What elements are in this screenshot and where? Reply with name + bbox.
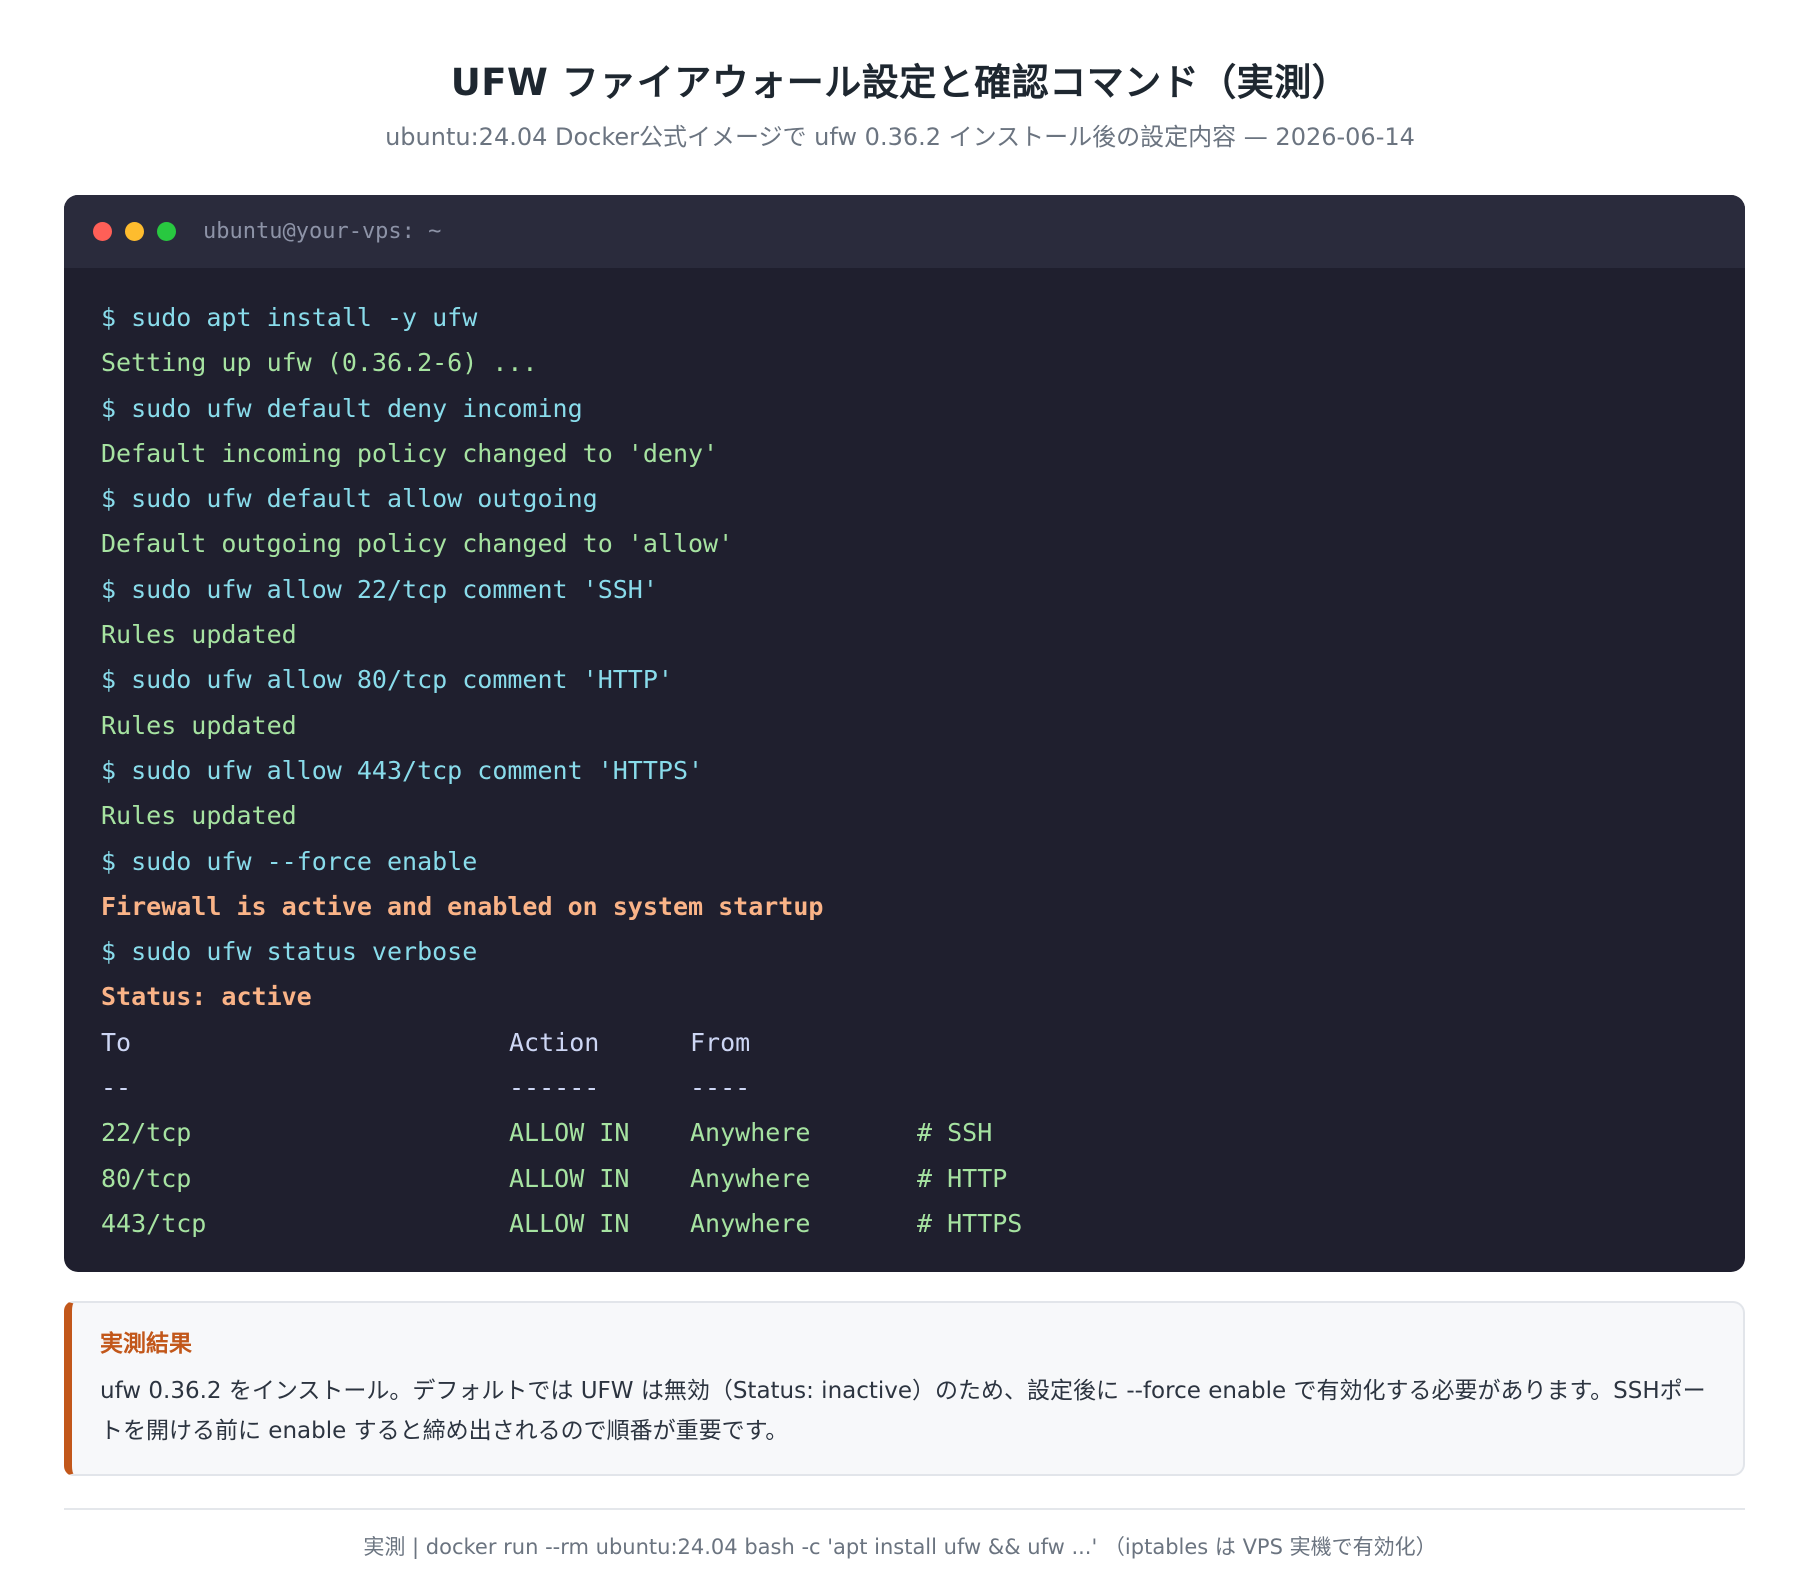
- rule-comment: # SSH: [917, 1118, 993, 1148]
- callout-title: 実測結果: [100, 1331, 192, 1357]
- rule-from: Anywhere: [690, 1118, 811, 1148]
- column-header-action: Action: [509, 1027, 600, 1057]
- table-row: 22/tcp ALLOW IN Anywhere # SSH: [101, 1110, 1745, 1155]
- table-row: 443/tcp ALLOW IN Anywhere # HTTPS: [101, 1201, 1745, 1246]
- rule-action: ALLOW IN: [509, 1163, 630, 1193]
- column-header-from: From: [690, 1027, 751, 1057]
- rule-port: 443/tcp: [101, 1208, 207, 1238]
- maximize-window-dot-icon[interactable]: [157, 222, 176, 241]
- terminal-status-line: Status: active: [101, 982, 312, 1012]
- rule-from: Anywhere: [690, 1163, 811, 1193]
- rule-from: Anywhere: [690, 1208, 811, 1238]
- terminal-command-line: $ sudo ufw --force enable: [101, 846, 478, 876]
- page-subtitle: ubuntu:24.04 Docker公式イメージで ufw 0.36.2 イン…: [385, 123, 1415, 151]
- table-row: 80/tcp ALLOW IN Anywhere # HTTP: [101, 1156, 1745, 1201]
- rule-port: 80/tcp: [101, 1163, 192, 1193]
- terminal-command-line: $ sudo ufw allow 443/tcp comment 'HTTPS': [101, 755, 704, 785]
- terminal-output-line: Setting up ufw (0.36.2-6) ...: [101, 348, 538, 378]
- terminal-output-line: Rules updated: [101, 801, 297, 831]
- terminal-command-line: $ sudo ufw default allow outgoing: [101, 484, 598, 514]
- status-table-header: To Action From: [101, 1020, 1745, 1065]
- page-header: UFW ファイアウォール設定と確認コマンド（実測） ubuntu:24.04 D…: [0, 56, 1800, 154]
- footer-divider: [64, 1508, 1745, 1510]
- rule-port: 22/tcp: [101, 1118, 192, 1148]
- footer-note: 実測 | docker run --rm ubuntu:24.04 bash -…: [363, 1535, 1437, 1559]
- terminal-output-line: Rules updated: [101, 710, 297, 740]
- result-callout: 実測結果 ufw 0.36.2 をインストール。デフォルトでは UFW は無効（…: [64, 1301, 1745, 1476]
- close-window-dot-icon[interactable]: [93, 222, 112, 241]
- terminal-command-line: $ sudo ufw status verbose: [101, 937, 478, 967]
- terminal-output-line: Rules updated: [101, 620, 297, 650]
- terminal-window: ubuntu@your-vps: ~ $ sudo apt install -y…: [64, 195, 1745, 1272]
- terminal-command-line: $ sudo ufw default deny incoming: [101, 393, 583, 423]
- page-title: UFW ファイアウォール設定と確認コマンド（実測）: [450, 61, 1350, 104]
- terminal-output-line: Default incoming policy changed to 'deny…: [101, 438, 719, 468]
- terminal-highlight-line: Firewall is active and enabled on system…: [101, 891, 824, 921]
- terminal-body[interactable]: $ sudo apt install -y ufw Setting up ufw…: [64, 268, 1745, 1246]
- status-table-separator: -- ------ ----: [101, 1065, 1745, 1110]
- terminal-title: ubuntu@your-vps: ~: [203, 219, 442, 244]
- rule-comment: # HTTP: [917, 1163, 1008, 1193]
- callout-text: ufw 0.36.2 をインストール。デフォルトでは UFW は無効（Statu…: [100, 1378, 1706, 1444]
- minimize-window-dot-icon[interactable]: [125, 222, 144, 241]
- separator-action: ------: [509, 1073, 600, 1103]
- rule-comment: # HTTPS: [917, 1208, 1023, 1238]
- rule-action: ALLOW IN: [509, 1118, 630, 1148]
- terminal-command-line: $ sudo ufw allow 80/tcp comment 'HTTP': [101, 665, 673, 695]
- rule-action: ALLOW IN: [509, 1208, 630, 1238]
- separator-to: --: [101, 1073, 132, 1103]
- terminal-output-line: Default outgoing policy changed to 'allo…: [101, 529, 734, 559]
- separator-from: ----: [690, 1073, 751, 1103]
- column-header-to: To: [101, 1027, 132, 1057]
- terminal-titlebar: ubuntu@your-vps: ~: [64, 195, 1745, 268]
- terminal-command-line: $ sudo ufw allow 22/tcp comment 'SSH': [101, 574, 658, 604]
- terminal-command-line: $ sudo apt install -y ufw: [101, 303, 478, 332]
